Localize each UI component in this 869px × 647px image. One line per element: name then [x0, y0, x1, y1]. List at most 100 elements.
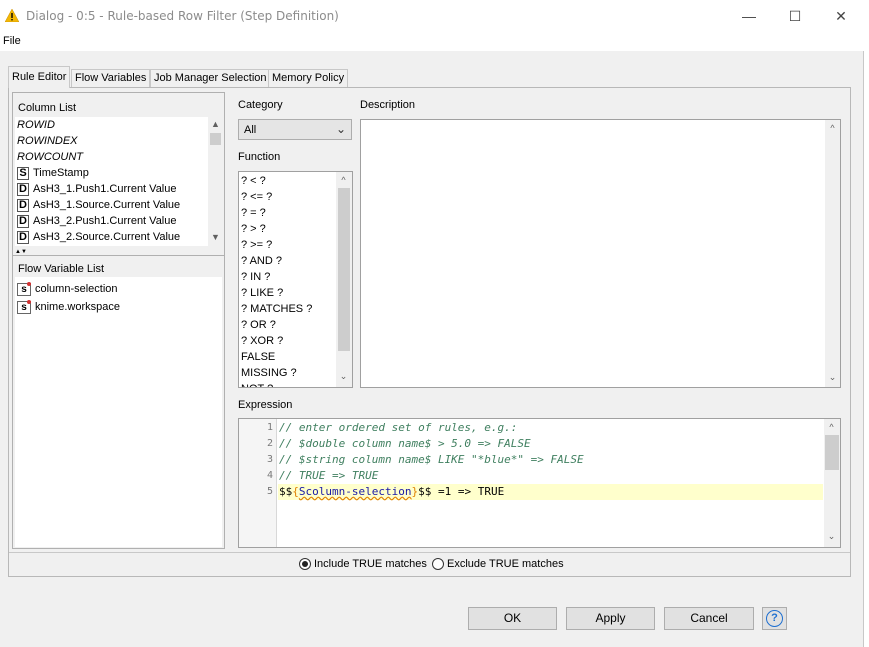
expression-scrollbar[interactable]: ^ ⌄: [824, 419, 840, 547]
function-item[interactable]: ? <= ?: [241, 189, 272, 205]
chevron-down-icon[interactable]: ⌄: [825, 372, 840, 383]
chevron-up-icon[interactable]: ▲: [208, 119, 223, 129]
close-button[interactable]: ✕: [818, 0, 864, 33]
list-item[interactable]: D AsH3_2.Push1.Current Value: [17, 213, 177, 229]
help-button[interactable]: ?: [762, 607, 787, 630]
function-item[interactable]: ? = ?: [241, 205, 266, 221]
function-item[interactable]: ? AND ?: [241, 253, 282, 269]
minimize-button[interactable]: —: [726, 0, 772, 33]
window-title: Dialog - 0:5 - Rule-based Row Filter (St…: [26, 9, 339, 23]
code-variable: Scolumn-selection: [298, 485, 412, 498]
string-variable-icon: s: [17, 281, 31, 296]
exclude-true-option[interactable]: Exclude TRUE matches: [432, 558, 564, 571]
chevron-down-icon: ⌄: [336, 122, 347, 136]
tab-job-manager-selection[interactable]: Job Manager Selection: [150, 69, 271, 87]
category-label: Category: [238, 99, 283, 111]
function-item[interactable]: ? LIKE ?: [241, 285, 283, 301]
list-item[interactable]: D AsH3_2.Source.Current Value: [17, 229, 180, 245]
list-item[interactable]: D AsH3_1.Source.Current Value: [17, 197, 180, 213]
scrollbar-thumb[interactable]: [210, 133, 221, 145]
title-bar[interactable]: Dialog - 0:5 - Rule-based Row Filter (St…: [0, 0, 864, 33]
scrollbar-thumb[interactable]: [338, 188, 350, 351]
code-line-current[interactable]: $${Scolumn-selection}$$ =1 => TRUE: [278, 484, 823, 500]
double-type-icon: D: [17, 182, 29, 196]
line-number: 5: [266, 486, 273, 497]
line-number: 2: [266, 438, 273, 449]
maximize-icon: ☐: [788, 8, 802, 24]
function-item[interactable]: ? < ?: [241, 173, 266, 189]
list-item[interactable]: ROWID: [17, 117, 55, 133]
function-list[interactable]: ? < ?? <= ?? = ?? > ?? >= ?? AND ?? IN ?…: [238, 171, 353, 388]
description-scrollbar[interactable]: ^ ⌄: [825, 120, 840, 387]
chevron-down-icon[interactable]: ⌄: [824, 531, 839, 542]
tab-memory-policy[interactable]: Memory Policy: [268, 69, 349, 87]
function-list-scrollbar[interactable]: ^ ⌄: [336, 172, 352, 387]
double-type-icon: D: [17, 230, 29, 244]
category-value: All: [244, 124, 257, 136]
double-type-icon: D: [17, 198, 29, 212]
function-item[interactable]: ? > ?: [241, 221, 266, 237]
function-item[interactable]: FALSE: [241, 349, 275, 365]
list-item[interactable]: S TimeStamp: [17, 165, 89, 181]
chevron-up-icon[interactable]: ^: [824, 422, 839, 432]
exclude-label: Exclude TRUE matches: [447, 558, 564, 570]
expression-label: Expression: [238, 399, 293, 411]
function-item[interactable]: ? IN ?: [241, 269, 270, 285]
chevron-up-icon[interactable]: ^: [336, 175, 351, 185]
column-label: AsH3_2.Push1.Current Value: [33, 215, 177, 227]
code-comment: // enter ordered set of rules, e.g.:: [279, 421, 518, 434]
string-variable-icon: s: [17, 299, 31, 314]
category-select[interactable]: All ⌄: [238, 119, 352, 140]
line-number: 4: [266, 470, 273, 481]
function-item[interactable]: ? OR ?: [241, 317, 276, 333]
description-area: ^ ⌄: [360, 119, 841, 388]
function-item[interactable]: MISSING ?: [241, 365, 297, 381]
scrollbar-thumb[interactable]: [825, 435, 839, 470]
list-item[interactable]: s column-selection: [17, 281, 118, 297]
chevron-up-icon[interactable]: ^: [825, 123, 840, 133]
apply-button[interactable]: Apply: [566, 607, 655, 630]
ok-button[interactable]: OK: [468, 607, 557, 630]
list-item[interactable]: ROWINDEX: [17, 133, 78, 149]
column-label: TimeStamp: [33, 167, 89, 179]
column-list[interactable]: ROWID ROWINDEX ROWCOUNT S TimeStamp D AsH3…: [15, 117, 223, 246]
function-item[interactable]: ? MATCHES ?: [241, 301, 312, 317]
list-item[interactable]: s knime.workspace: [17, 299, 120, 315]
flow-variable-list[interactable]: s column-selection s knime.workspace: [15, 277, 222, 547]
function-item[interactable]: ? XOR ?: [241, 333, 283, 349]
menu-bar: File: [0, 33, 864, 51]
include-radio[interactable]: [299, 558, 311, 571]
code-comment: // $string column name$ LIKE "*blue*" =>…: [279, 453, 584, 466]
list-item[interactable]: D AsH3_1.Push1.Current Value: [17, 181, 177, 197]
close-icon: ✕: [835, 8, 847, 24]
chevron-down-icon[interactable]: ⌄: [336, 371, 351, 382]
column-list-title: Column List: [18, 102, 77, 114]
string-type-icon: S: [17, 166, 29, 180]
column-label: ROWCOUNT: [17, 151, 83, 163]
tab-flow-variables[interactable]: Flow Variables: [71, 69, 151, 87]
column-label: AsH3_1.Source.Current Value: [33, 199, 181, 211]
expression-editor[interactable]: 1 2 3 4 5 // enter ordered set of rules,…: [238, 418, 841, 548]
column-list-scrollbar[interactable]: ▲ ▼: [208, 117, 223, 246]
double-type-icon: D: [17, 214, 29, 228]
flow-variable-list-title: Flow Variable List: [18, 263, 104, 275]
function-item[interactable]: NOT ?: [241, 381, 273, 387]
cancel-button[interactable]: Cancel: [664, 607, 754, 630]
code-token: $$ =1 => TRUE: [418, 485, 505, 498]
column-label: AsH3_2.Source.Current Value: [33, 231, 181, 243]
exclude-radio[interactable]: [432, 558, 444, 571]
variable-label: column-selection: [35, 283, 118, 295]
chevron-down-icon[interactable]: ▼: [208, 232, 223, 242]
function-label: Function: [238, 151, 281, 163]
list-item[interactable]: ROWCOUNT: [17, 149, 83, 165]
line-number: 3: [266, 454, 273, 465]
maximize-button[interactable]: ☐: [772, 0, 818, 33]
code-token: $$: [279, 485, 293, 498]
code-comment: // $double column name$ > 5.0 => FALSE: [279, 437, 531, 450]
tab-rule-editor[interactable]: Rule Editor: [8, 66, 71, 88]
include-true-option[interactable]: Include TRUE matches: [299, 558, 427, 571]
include-label: Include TRUE matches: [314, 558, 427, 570]
function-item[interactable]: ? >= ?: [241, 237, 272, 253]
column-label: AsH3_1.Push1.Current Value: [33, 183, 177, 195]
menu-file[interactable]: File: [3, 35, 21, 47]
